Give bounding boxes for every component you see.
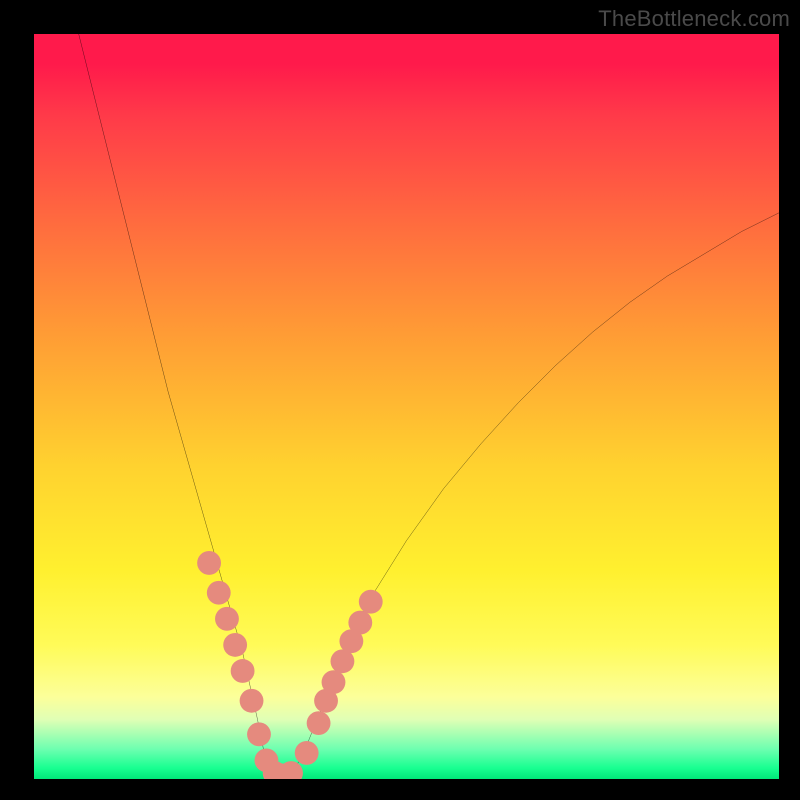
chart-frame: TheBottleneck.com [0,0,800,800]
chart-dot [215,607,239,631]
chart-dot [197,551,221,575]
chart-dot [348,611,372,635]
watermark-text: TheBottleneck.com [598,6,790,32]
chart-dot [240,689,264,713]
chart-dot [322,670,346,694]
chart-dot [223,633,247,657]
chart-dot [307,711,331,735]
chart-dots [197,551,383,779]
chart-svg [34,34,779,779]
chart-dot [231,659,255,683]
chart-dot [247,722,271,746]
chart-dot [359,590,383,614]
chart-dot [295,741,319,765]
chart-curve [79,34,779,779]
chart-plot-area [34,34,779,779]
chart-dot [207,581,231,605]
